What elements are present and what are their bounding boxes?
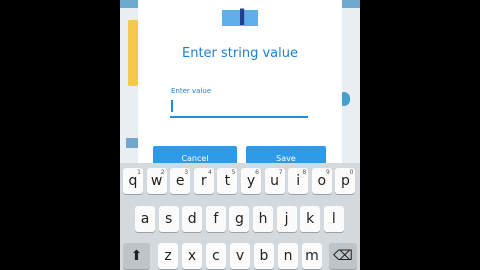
key-label: h bbox=[258, 211, 268, 227]
key-j[interactable]: j bbox=[276, 206, 297, 232]
key-number-hint: 2 bbox=[160, 169, 165, 176]
backspace-icon: ⌫ bbox=[333, 248, 353, 264]
key-s[interactable]: s bbox=[158, 206, 179, 232]
key-label: f bbox=[213, 211, 219, 227]
onscreen-keyboard: q1w2e3r4t5y6u7i8o9p0 asdfghjkl ⬆ ⌫ zxcvb… bbox=[120, 163, 360, 270]
key-z[interactable]: z bbox=[158, 243, 178, 269]
key-b[interactable]: b bbox=[254, 243, 274, 269]
key-w[interactable]: w2 bbox=[146, 168, 167, 194]
key-label: n bbox=[283, 248, 293, 264]
key-label: d bbox=[187, 211, 197, 227]
value-input[interactable] bbox=[170, 98, 308, 118]
key-f[interactable]: f bbox=[205, 206, 226, 232]
key-number-hint: 5 bbox=[231, 169, 236, 176]
key-i[interactable]: i8 bbox=[288, 168, 309, 194]
text-cursor-icon: I bbox=[222, 6, 258, 32]
key-number-hint: 9 bbox=[325, 169, 330, 176]
key-label: b bbox=[259, 248, 269, 264]
key-u[interactable]: u7 bbox=[264, 168, 285, 194]
key-t[interactable]: t5 bbox=[217, 168, 238, 194]
shift-icon: ⬆ bbox=[130, 248, 143, 264]
dialog-title: Enter string value bbox=[182, 46, 298, 61]
backspace-key[interactable]: ⌫ bbox=[329, 243, 357, 269]
field-label: Enter value bbox=[171, 87, 212, 95]
key-q[interactable]: q1 bbox=[123, 168, 143, 194]
key-y[interactable]: y6 bbox=[241, 168, 261, 194]
key-label: t bbox=[224, 173, 231, 189]
text-caret bbox=[171, 100, 173, 112]
key-label: c bbox=[212, 248, 220, 264]
key-d[interactable]: d bbox=[182, 206, 203, 232]
key-l[interactable]: l bbox=[323, 206, 344, 232]
key-number-hint: 7 bbox=[278, 169, 283, 176]
key-number-hint: 1 bbox=[137, 169, 141, 176]
key-v[interactable]: v bbox=[230, 243, 250, 269]
key-m[interactable]: m bbox=[302, 243, 322, 269]
key-label: i bbox=[296, 173, 301, 189]
key-label: s bbox=[164, 211, 173, 227]
key-label: o bbox=[317, 173, 327, 189]
key-k[interactable]: k bbox=[300, 206, 321, 232]
key-number-hint: 3 bbox=[184, 169, 189, 176]
key-label: k bbox=[306, 211, 315, 227]
key-label: y bbox=[246, 173, 256, 189]
key-label: a bbox=[140, 211, 150, 227]
key-r[interactable]: r4 bbox=[193, 168, 214, 194]
key-h[interactable]: h bbox=[253, 206, 273, 232]
phone-screen: I Enter string value Enter value Cancel … bbox=[120, 0, 360, 270]
key-c[interactable]: c bbox=[206, 243, 226, 269]
key-label: r bbox=[200, 173, 207, 189]
key-label: q bbox=[128, 173, 138, 189]
key-number-hint: 0 bbox=[349, 169, 354, 176]
key-label: e bbox=[175, 173, 185, 189]
key-number-hint: 6 bbox=[255, 169, 259, 176]
background-tag bbox=[126, 138, 138, 148]
key-label: m bbox=[305, 248, 319, 264]
key-g[interactable]: g bbox=[229, 206, 250, 232]
key-label: z bbox=[164, 248, 172, 264]
string-value-dialog: I Enter string value Enter value Cancel … bbox=[138, 0, 342, 170]
key-number-hint: 8 bbox=[302, 169, 307, 176]
key-a[interactable]: a bbox=[135, 206, 155, 232]
key-x[interactable]: x bbox=[182, 243, 202, 269]
key-number-hint: 4 bbox=[207, 169, 212, 176]
key-label: l bbox=[331, 211, 336, 227]
key-n[interactable]: n bbox=[278, 243, 298, 269]
key-label: v bbox=[235, 248, 245, 264]
key-label: g bbox=[234, 211, 244, 227]
key-o[interactable]: o9 bbox=[311, 168, 332, 194]
key-label: p bbox=[340, 173, 350, 189]
key-label: x bbox=[187, 248, 197, 264]
key-label: j bbox=[284, 211, 289, 227]
key-e[interactable]: e3 bbox=[170, 168, 191, 194]
background-card bbox=[128, 20, 138, 86]
shift-key[interactable]: ⬆ bbox=[123, 243, 150, 269]
key-p[interactable]: p0 bbox=[335, 168, 356, 194]
key-label: u bbox=[270, 173, 280, 189]
